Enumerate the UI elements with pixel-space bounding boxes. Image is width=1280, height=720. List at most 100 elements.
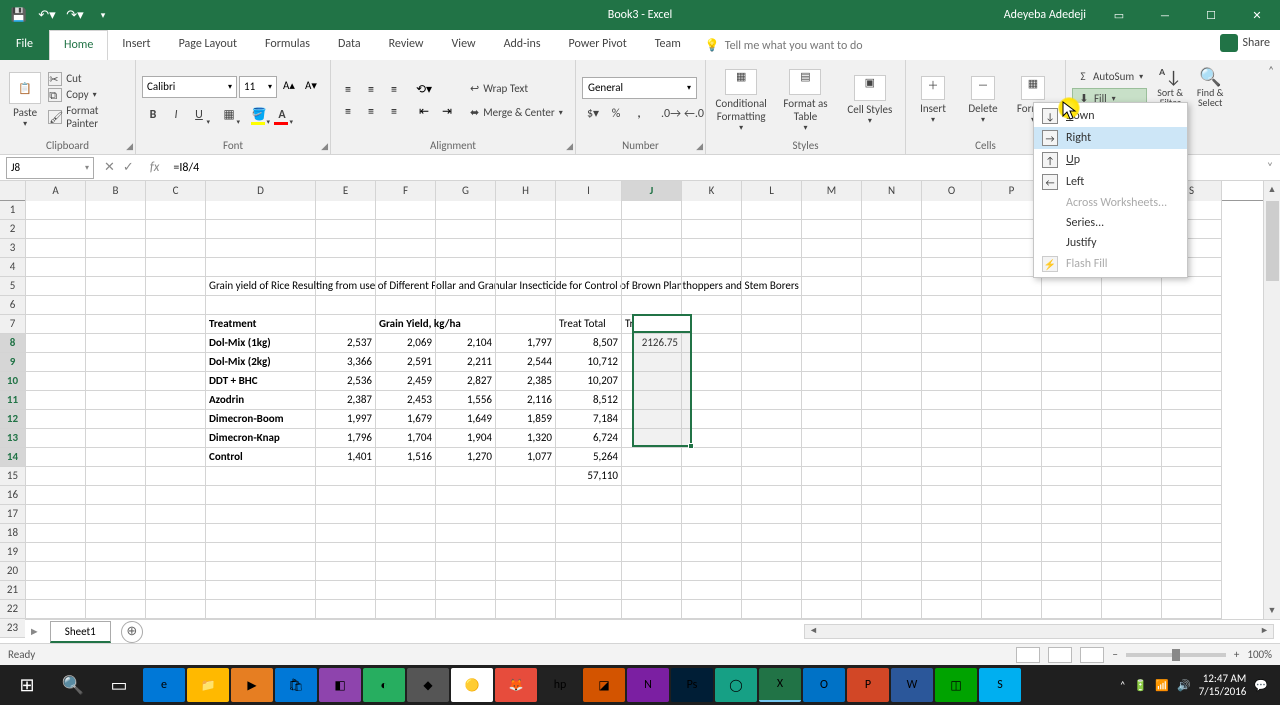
- taskbar-chrome-icon[interactable]: 🟡: [451, 668, 493, 702]
- font-launcher-icon[interactable]: ◢: [321, 141, 328, 152]
- fx-icon[interactable]: fx: [150, 160, 160, 175]
- cell[interactable]: 2,387: [316, 391, 376, 410]
- cell[interactable]: [26, 600, 86, 619]
- cell[interactable]: [26, 201, 86, 220]
- cell[interactable]: [742, 296, 802, 315]
- cell[interactable]: [26, 220, 86, 239]
- cell[interactable]: [862, 486, 922, 505]
- cell[interactable]: [556, 581, 622, 600]
- row-header-20[interactable]: 20: [0, 562, 25, 581]
- cell[interactable]: [802, 277, 862, 296]
- cell[interactable]: [1042, 296, 1102, 315]
- cell[interactable]: 1,320: [496, 429, 556, 448]
- zoom-in-icon[interactable]: +: [1234, 648, 1239, 661]
- alignment-launcher-icon[interactable]: ◢: [566, 141, 573, 152]
- cell[interactable]: [682, 410, 742, 429]
- cell[interactable]: [682, 239, 742, 258]
- align-left-icon[interactable]: ≡: [337, 102, 359, 122]
- tab-power-pivot[interactable]: Power Pivot: [555, 30, 641, 60]
- cell[interactable]: [1162, 353, 1222, 372]
- cell[interactable]: 2,544: [496, 353, 556, 372]
- tray-up-icon[interactable]: ˄: [1120, 679, 1126, 692]
- cell[interactable]: [26, 391, 86, 410]
- row-header-11[interactable]: 11: [0, 391, 25, 410]
- cell[interactable]: [26, 429, 86, 448]
- row-header-6[interactable]: 6: [0, 296, 25, 315]
- horizontal-scrollbar[interactable]: ◄ ►: [804, 624, 1274, 639]
- cell[interactable]: [922, 429, 982, 448]
- taskbar-app3-icon[interactable]: ◆: [407, 668, 449, 702]
- cancel-formula-icon[interactable]: ✕: [104, 160, 115, 175]
- cell[interactable]: [982, 277, 1042, 296]
- cell[interactable]: [802, 372, 862, 391]
- font-color-button[interactable]: A▾: [271, 104, 293, 126]
- cell[interactable]: [86, 277, 146, 296]
- column-header-C[interactable]: C: [146, 181, 206, 201]
- cell[interactable]: [436, 543, 496, 562]
- find-select-button[interactable]: 🔍Find & Select: [1191, 66, 1229, 108]
- cell[interactable]: [86, 296, 146, 315]
- taskbar-word-icon[interactable]: W: [891, 668, 933, 702]
- cell[interactable]: [922, 220, 982, 239]
- cell[interactable]: [436, 201, 496, 220]
- taskbar-edge-icon[interactable]: e: [143, 668, 185, 702]
- sheet-tab-sheet1[interactable]: Sheet1: [50, 621, 111, 643]
- cell[interactable]: [146, 258, 206, 277]
- cell[interactable]: [376, 581, 436, 600]
- cell[interactable]: 2,537: [316, 334, 376, 353]
- decrease-font-icon[interactable]: A▾: [301, 76, 321, 96]
- cell[interactable]: [862, 258, 922, 277]
- cell[interactable]: [86, 600, 146, 619]
- close-icon[interactable]: ✕: [1234, 0, 1280, 30]
- cell[interactable]: [26, 543, 86, 562]
- format-as-table-button[interactable]: ▤Format as Table▾: [776, 69, 834, 133]
- cell[interactable]: [622, 258, 682, 277]
- cell[interactable]: [376, 277, 436, 296]
- row-header-21[interactable]: 21: [0, 581, 25, 600]
- decrease-decimal-icon[interactable]: ←.0: [683, 103, 705, 125]
- cell[interactable]: [742, 201, 802, 220]
- font-size-combo[interactable]: 11▾: [239, 76, 277, 98]
- cell[interactable]: [682, 296, 742, 315]
- cell[interactable]: [982, 391, 1042, 410]
- cell[interactable]: [436, 220, 496, 239]
- cell[interactable]: [682, 353, 742, 372]
- view-page-break-icon[interactable]: [1080, 647, 1104, 663]
- row-header-10[interactable]: 10: [0, 372, 25, 391]
- cell[interactable]: [1042, 315, 1102, 334]
- cell[interactable]: [556, 296, 622, 315]
- cell[interactable]: 2,591: [376, 353, 436, 372]
- taskbar-video-icon[interactable]: ▶: [231, 668, 273, 702]
- cell[interactable]: [622, 543, 682, 562]
- cell[interactable]: [1042, 372, 1102, 391]
- name-box[interactable]: J8▾: [6, 157, 94, 179]
- cell[interactable]: [802, 467, 862, 486]
- cell[interactable]: [316, 467, 376, 486]
- cell[interactable]: [86, 391, 146, 410]
- cell[interactable]: 10,712: [556, 353, 622, 372]
- cell[interactable]: [742, 581, 802, 600]
- column-header-I[interactable]: I: [556, 181, 622, 201]
- cell[interactable]: [802, 258, 862, 277]
- cell[interactable]: [146, 239, 206, 258]
- cell[interactable]: [982, 486, 1042, 505]
- task-view-icon[interactable]: ▭: [96, 665, 142, 705]
- column-header-H[interactable]: H: [496, 181, 556, 201]
- cell[interactable]: [622, 562, 682, 581]
- cell[interactable]: [862, 562, 922, 581]
- cell[interactable]: 2,104: [436, 334, 496, 353]
- cell[interactable]: [146, 353, 206, 372]
- cell[interactable]: [802, 543, 862, 562]
- cell[interactable]: [1042, 543, 1102, 562]
- cell[interactable]: 1,797: [496, 334, 556, 353]
- cell[interactable]: [682, 581, 742, 600]
- cell[interactable]: [496, 277, 556, 296]
- cell[interactable]: [622, 467, 682, 486]
- cell[interactable]: [922, 486, 982, 505]
- cell[interactable]: [922, 296, 982, 315]
- cell[interactable]: [922, 524, 982, 543]
- cell[interactable]: 8,507: [556, 334, 622, 353]
- column-header-L[interactable]: L: [742, 181, 802, 201]
- cell[interactable]: 1,649: [436, 410, 496, 429]
- cell[interactable]: [922, 562, 982, 581]
